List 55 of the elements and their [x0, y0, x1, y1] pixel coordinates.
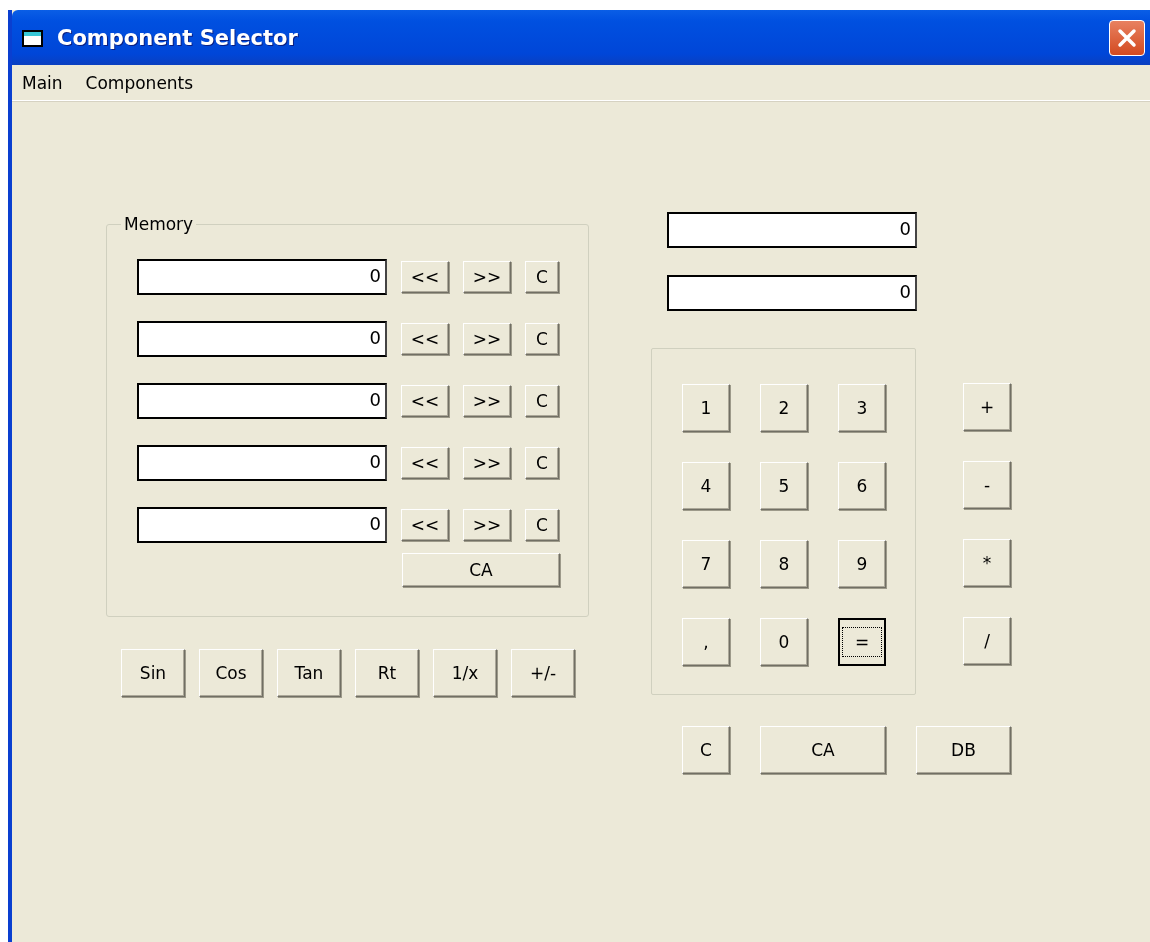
menu-item[interactable]: Main	[16, 72, 69, 93]
function-button[interactable]: Cos	[199, 649, 263, 697]
memory-button[interactable]: >>	[463, 447, 511, 479]
memory-field[interactable]: 0	[137, 383, 387, 419]
action-button[interactable]: CA	[760, 726, 886, 774]
memory-button[interactable]: >>	[463, 261, 511, 293]
memory-button[interactable]: C	[525, 447, 559, 479]
memory-button[interactable]: C	[525, 385, 559, 417]
operator-button[interactable]: -	[963, 461, 1011, 509]
function-button[interactable]: 1/x	[433, 649, 497, 697]
window-title: Component Selector	[57, 25, 299, 50]
key-button[interactable]: 7	[682, 540, 730, 588]
memory-button[interactable]: C	[525, 323, 559, 355]
function-button[interactable]: +/-	[511, 649, 575, 697]
key-button[interactable]: 3	[838, 384, 886, 432]
action-button[interactable]: C	[682, 726, 730, 774]
close-icon	[1116, 26, 1138, 49]
window-app-icon	[22, 28, 44, 47]
memory-button[interactable]: >>	[463, 385, 511, 417]
function-button[interactable]: Tan	[277, 649, 341, 697]
memory-button[interactable]: >>	[463, 509, 511, 541]
operator-button[interactable]: +	[963, 383, 1011, 431]
operator-button[interactable]: /	[963, 617, 1011, 665]
key-button[interactable]: 1	[682, 384, 730, 432]
clear-all-button[interactable]: CA	[402, 553, 560, 587]
memory-button[interactable]: <<	[401, 447, 449, 479]
operator-button[interactable]: *	[963, 539, 1011, 587]
memory-field[interactable]: 0	[137, 507, 387, 543]
memory-button[interactable]: <<	[401, 323, 449, 355]
memory-button[interactable]: C	[525, 509, 559, 541]
key-button[interactable]: 9	[838, 540, 886, 588]
memory-field[interactable]: 0	[137, 259, 387, 295]
display-field[interactable]: 0	[667, 275, 917, 311]
key-button[interactable]: 8	[760, 540, 808, 588]
memory-button[interactable]: <<	[401, 509, 449, 541]
key-button[interactable]: 0	[760, 618, 808, 666]
group-label: Memory	[121, 214, 197, 234]
key-button[interactable]: ,	[682, 618, 730, 666]
action-button[interactable]: DB	[916, 726, 1011, 774]
key-button[interactable]: 5	[760, 462, 808, 510]
memory-button[interactable]: <<	[401, 385, 449, 417]
memory-button[interactable]: C	[525, 261, 559, 293]
display-field[interactable]: 0	[667, 212, 917, 248]
key-button[interactable]: 2	[760, 384, 808, 432]
memory-field[interactable]: 0	[137, 445, 387, 481]
memory-field[interactable]: 0	[137, 321, 387, 357]
key-button[interactable]: =	[838, 618, 886, 666]
close-button[interactable]	[1109, 19, 1145, 56]
function-button[interactable]: Rt	[355, 649, 419, 697]
memory-button[interactable]: >>	[463, 323, 511, 355]
key-button[interactable]: 4	[682, 462, 730, 510]
memory-button[interactable]: <<	[401, 261, 449, 293]
function-button[interactable]: Sin	[121, 649, 185, 697]
menu-item[interactable]: Components	[79, 72, 200, 93]
key-button[interactable]: 6	[838, 462, 886, 510]
